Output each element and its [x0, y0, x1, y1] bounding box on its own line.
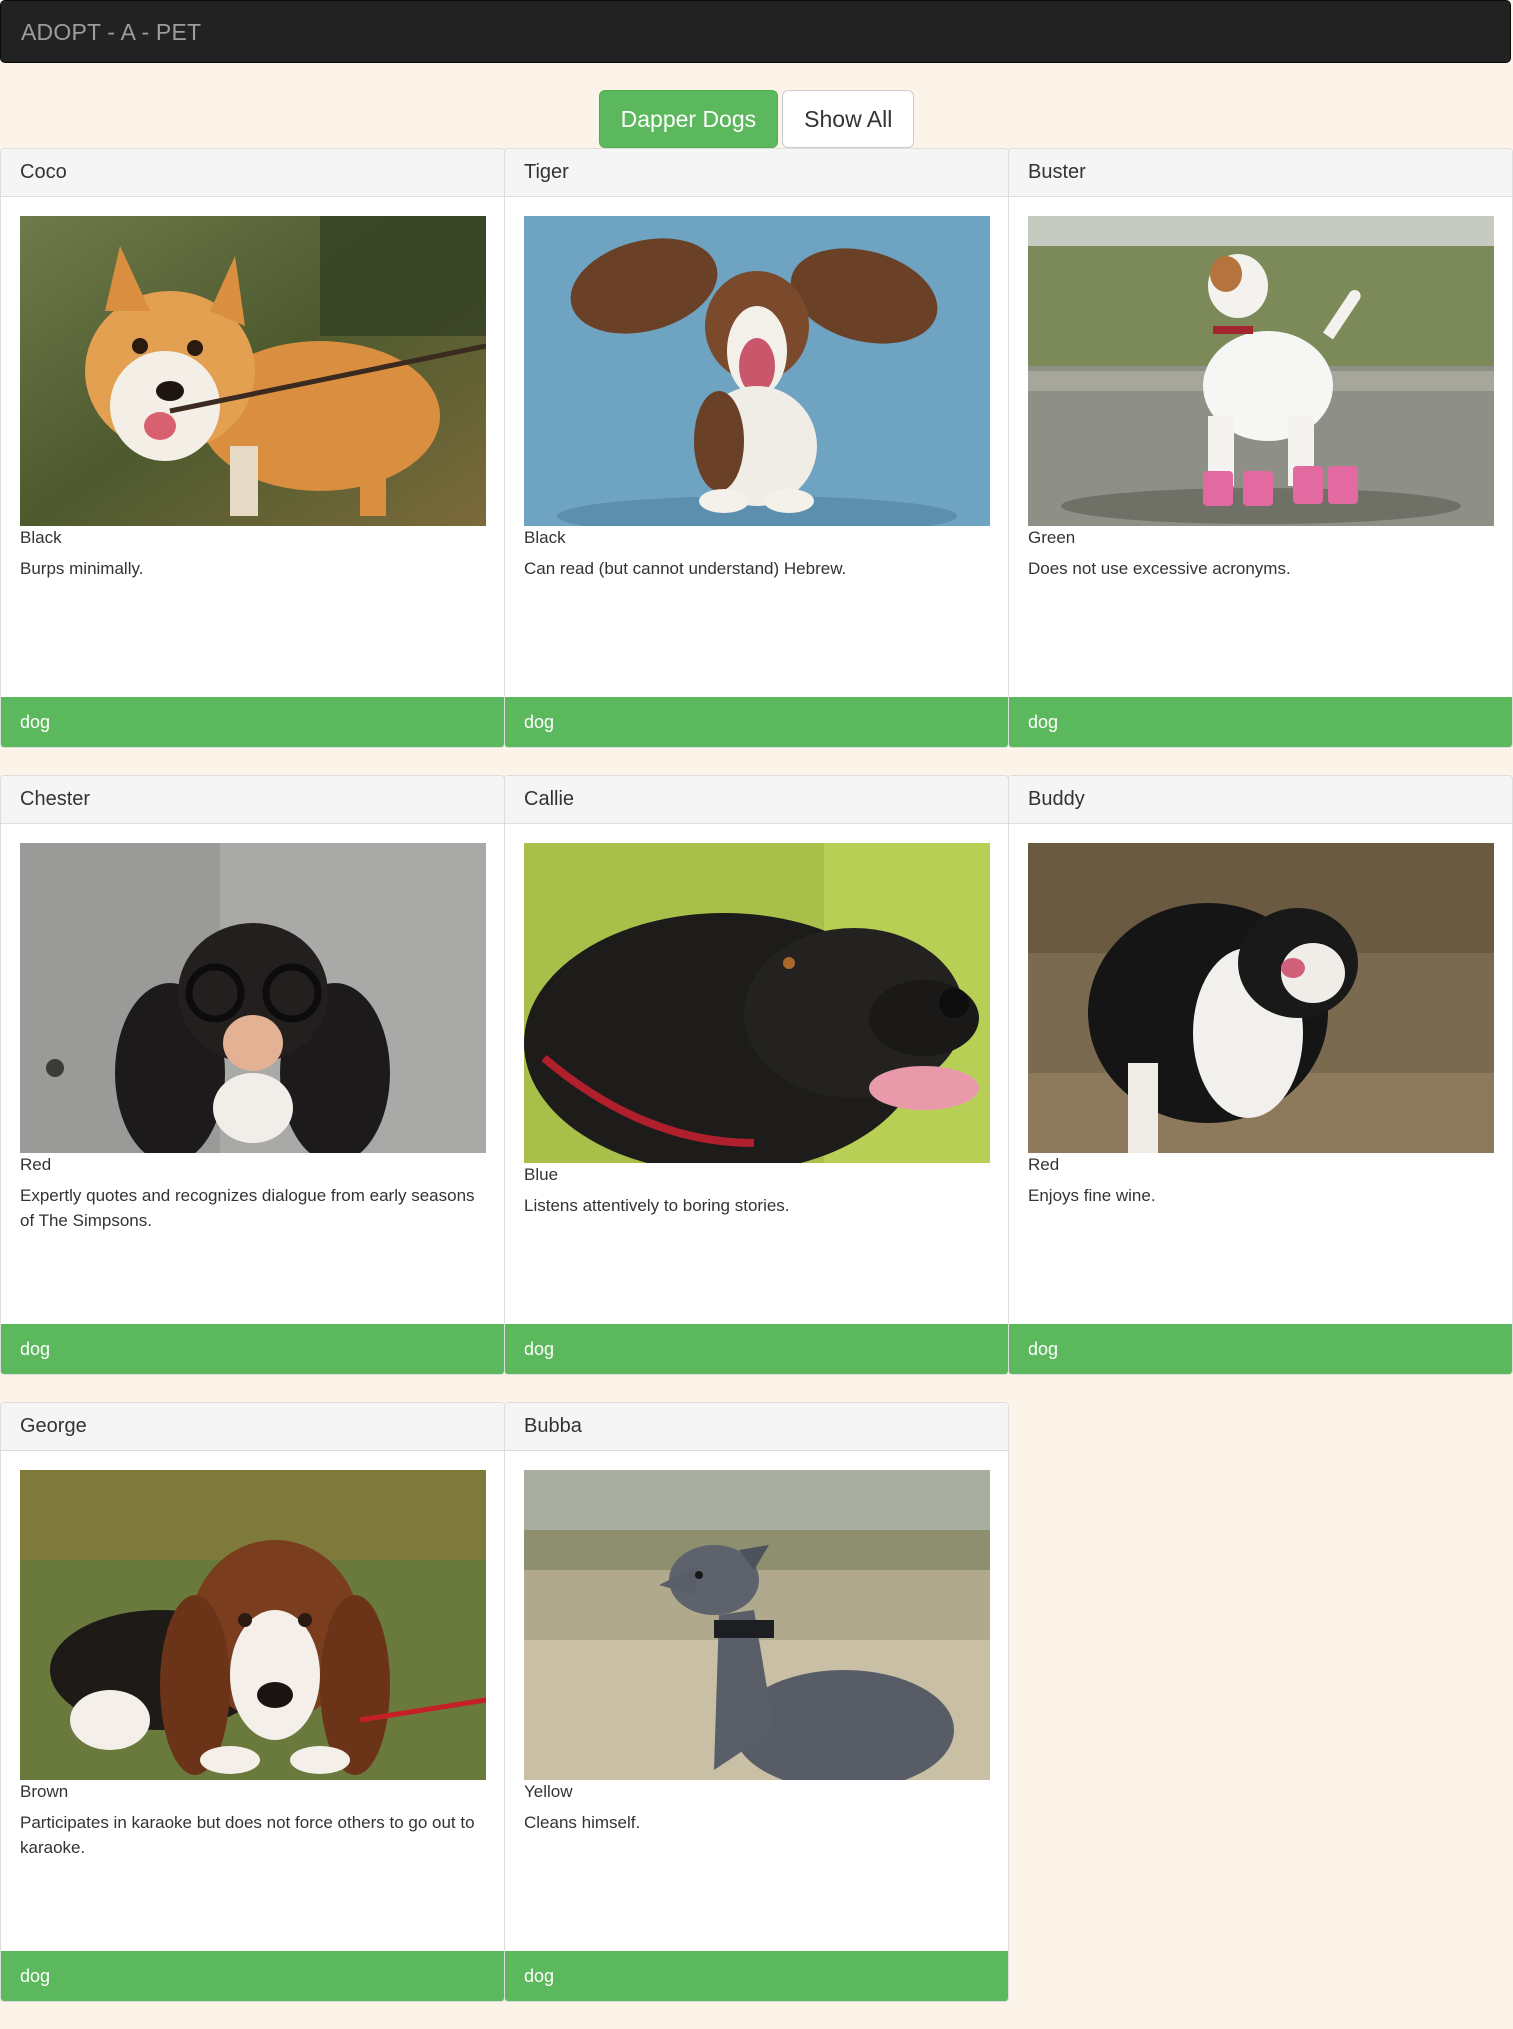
dapper-dogs-filter-button[interactable]: Dapper Dogs — [598, 90, 779, 148]
pet-name: Callie — [505, 776, 1008, 824]
pet-photo — [20, 843, 486, 1153]
pet-type-footer: dog — [505, 1324, 1008, 1374]
pet-name: Buddy — [1009, 776, 1512, 824]
pet-description: Cleans himself. — [524, 1813, 641, 1832]
pet-card-coco: Coco Black Burps minimally. dog — [0, 148, 505, 748]
pet-color: Blue — [524, 1165, 559, 1184]
pet-color: Yellow — [524, 1782, 573, 1801]
pet-description: Expertly quotes and recognizes dialogue … — [20, 1186, 475, 1230]
pet-type-footer: dog — [1, 697, 504, 747]
pet-description: Enjoys fine wine. — [1028, 1186, 1156, 1205]
pet-type-footer: dog — [505, 1951, 1008, 2001]
pet-card-buddy: Buddy Red Enjoys fine wine. dog — [1008, 775, 1513, 1375]
pet-description: Can read (but cannot understand) Hebrew. — [524, 559, 847, 578]
pet-type-footer: dog — [1009, 1324, 1512, 1374]
pet-description: Does not use excessive acronyms. — [1028, 559, 1291, 578]
pet-name: Coco — [1, 149, 504, 197]
pet-color: Green — [1028, 528, 1076, 547]
pet-photo — [20, 216, 486, 526]
pet-type-footer: dog — [1, 1951, 504, 2001]
pet-type-footer: dog — [1009, 697, 1512, 747]
pet-description: Listens attentively to boring stories. — [524, 1196, 790, 1215]
show-all-filter-button[interactable]: Show All — [782, 90, 915, 148]
pet-name: Tiger — [505, 149, 1008, 197]
pet-name: Buster — [1009, 149, 1512, 197]
pet-photo — [524, 843, 990, 1163]
pet-photo — [1028, 216, 1494, 526]
pet-type-footer: dog — [1, 1324, 504, 1374]
pet-color: Black — [524, 528, 566, 547]
pet-photo — [524, 216, 990, 526]
pet-name: Bubba — [505, 1403, 1008, 1451]
pet-card-george: George Brown Participates in karaoke but… — [0, 1402, 505, 2002]
pet-photo — [1028, 843, 1494, 1153]
filter-button-group: Dapper Dogs Show All — [0, 90, 1513, 148]
pet-card-buster: Buster Green Does not use excessive acro… — [1008, 148, 1513, 748]
pet-type-footer: dog — [505, 697, 1008, 747]
pet-color: Black — [20, 528, 62, 547]
navbar: ADOPT - A - PET — [0, 0, 1511, 63]
pet-card-bubba: Bubba Yellow Cleans himself. dog — [504, 1402, 1009, 2002]
pet-name: Chester — [1, 776, 504, 824]
pet-description: Participates in karaoke but does not for… — [20, 1813, 475, 1857]
pet-color: Brown — [20, 1782, 69, 1801]
pet-description: Burps minimally. — [20, 559, 144, 578]
pet-photo — [524, 1470, 990, 1780]
pet-card-chester: Chester Red Expertly quotes and recogniz… — [0, 775, 505, 1375]
pet-card-callie: Callie Blue Listens attentively to borin… — [504, 775, 1009, 1375]
brand-link[interactable]: ADOPT - A - PET — [21, 1, 201, 64]
pet-photo — [20, 1470, 486, 1780]
pet-name: George — [1, 1403, 504, 1451]
pet-card-tiger: Tiger Black Can read (but cannot underst… — [504, 148, 1009, 748]
pet-color: Red — [1028, 1155, 1060, 1174]
pet-color: Red — [20, 1155, 52, 1174]
